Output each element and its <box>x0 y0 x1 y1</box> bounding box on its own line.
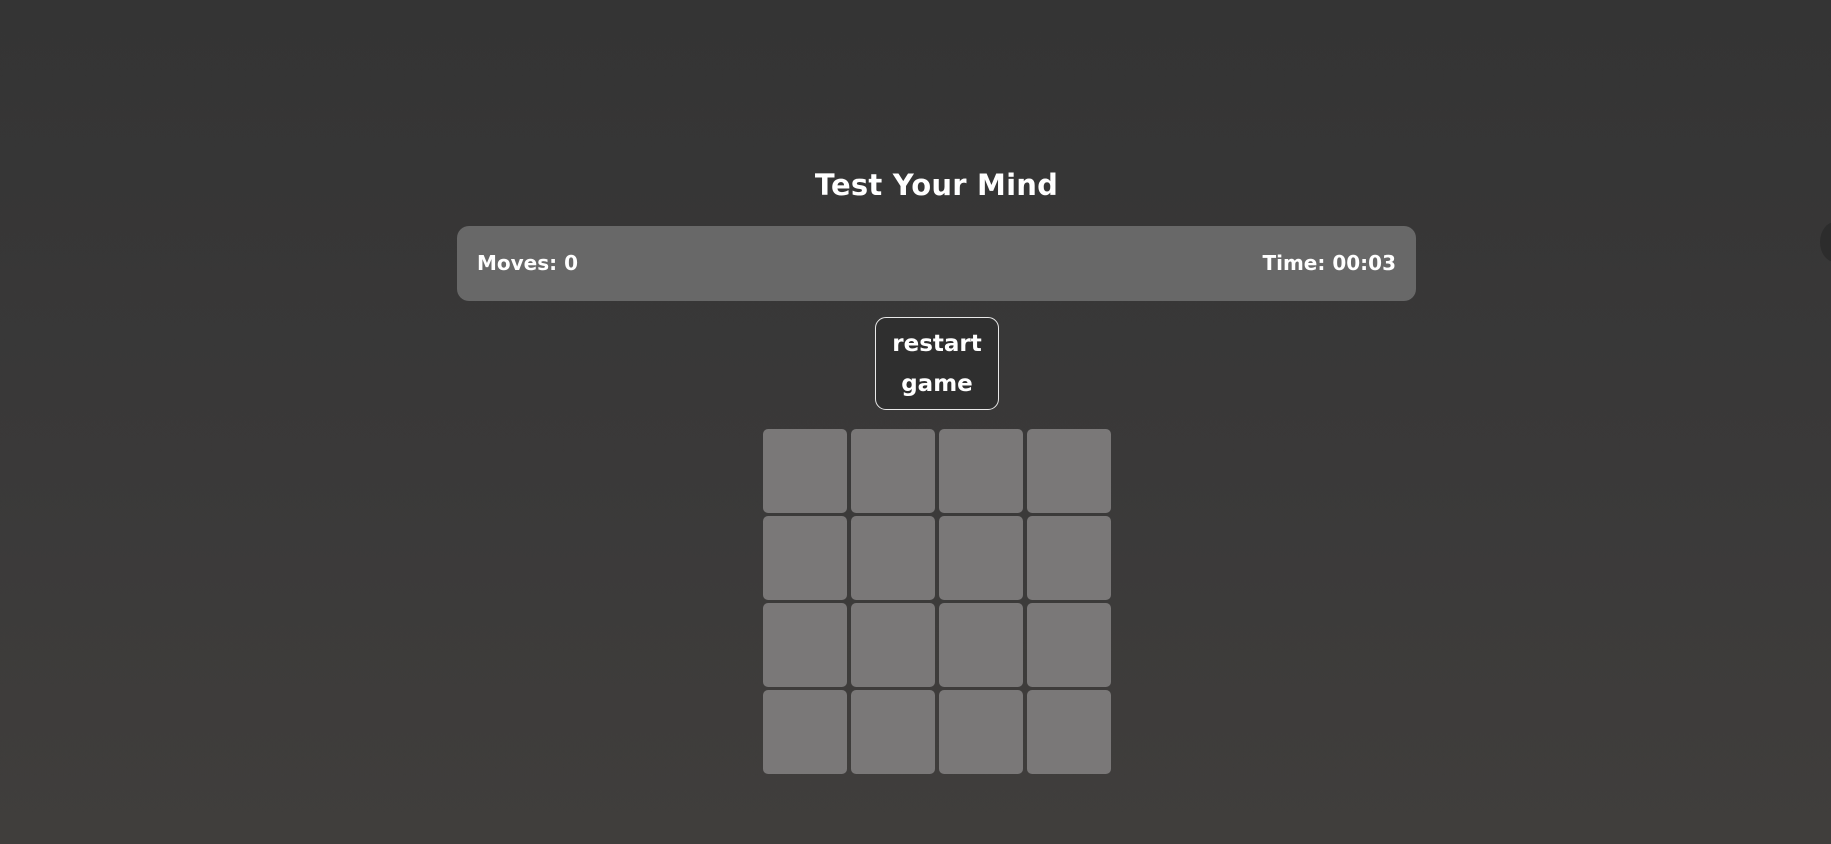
edge-floating-button[interactable] <box>1820 222 1831 262</box>
memory-game-app: Test Your Mind Moves: 0 Time: 00:03 rest… <box>0 0 1831 844</box>
moves-counter: Moves: 0 <box>477 251 579 275</box>
memory-card[interactable] <box>939 690 1023 774</box>
memory-card[interactable] <box>851 690 935 774</box>
memory-card[interactable] <box>1027 516 1111 600</box>
memory-card[interactable] <box>939 429 1023 513</box>
memory-card[interactable] <box>1027 603 1111 687</box>
memory-card[interactable] <box>1027 690 1111 774</box>
game-title: Test Your Mind <box>814 168 1059 202</box>
memory-card[interactable] <box>763 429 847 513</box>
restart-button-label-line2: game <box>901 370 973 397</box>
memory-card[interactable] <box>939 516 1023 600</box>
memory-card[interactable] <box>763 603 847 687</box>
stats-bar: Moves: 0 Time: 00:03 <box>457 226 1416 301</box>
memory-card[interactable] <box>851 429 935 513</box>
memory-card[interactable] <box>851 516 935 600</box>
timer: Time: 00:03 <box>1262 251 1396 275</box>
memory-card[interactable] <box>1027 429 1111 513</box>
memory-card[interactable] <box>939 603 1023 687</box>
memory-card[interactable] <box>763 516 847 600</box>
card-board <box>763 429 1111 777</box>
restart-button-label-line1: restart <box>892 330 982 357</box>
memory-card[interactable] <box>851 603 935 687</box>
restart-game-button[interactable]: restart game <box>875 317 999 410</box>
memory-card[interactable] <box>763 690 847 774</box>
